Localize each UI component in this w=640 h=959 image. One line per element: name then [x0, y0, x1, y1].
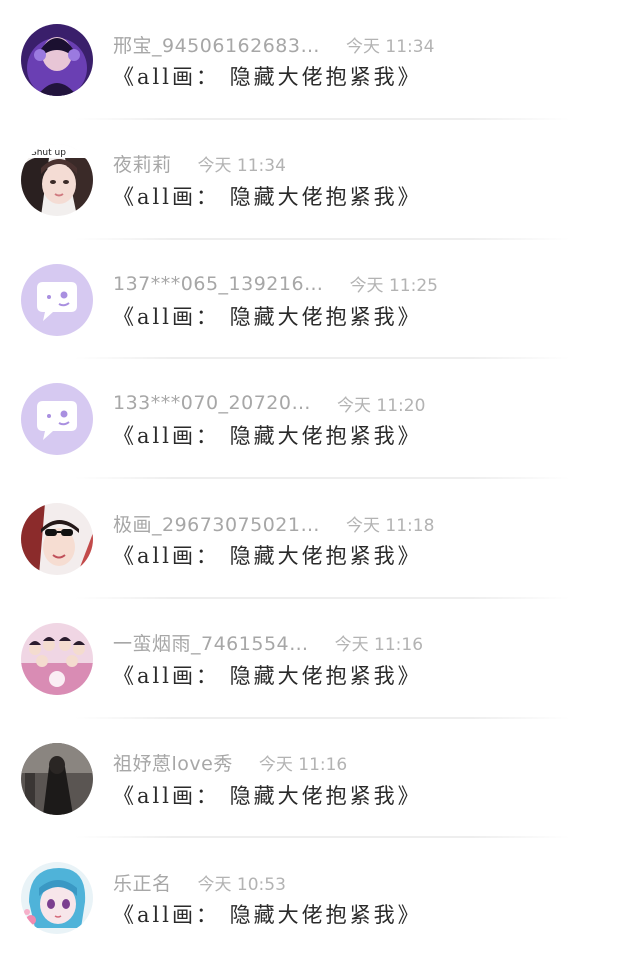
message-list: 邢宝_94506162683… 今天 11:34 《all画： 隐藏大佬抱紧我》…: [0, 0, 640, 959]
list-item[interactable]: 137***065_139216… 今天 11:25 《all画： 隐藏大佬抱紧…: [0, 240, 640, 360]
message-content[interactable]: 《all画： 隐藏大佬抱紧我》: [113, 539, 422, 573]
avatar[interactable]: [21, 24, 93, 96]
avatar[interactable]: [21, 622, 93, 695]
message-meta: 137***065_139216… 今天 11:25: [113, 270, 438, 298]
avatar[interactable]: [21, 503, 93, 575]
timestamp: 今天 10:53: [197, 874, 286, 895]
message-meta: 乐正名 今天 10:53: [113, 868, 286, 896]
message-meta: 极画_29673075021… 今天 11:18: [113, 509, 434, 537]
user-photo-icon: [21, 742, 93, 815]
timestamp: 今天 11:34: [345, 36, 435, 57]
message-meta: 一蛮烟雨_7461554… 今天 11:16: [113, 629, 423, 657]
timestamp: 今天 11:25: [349, 276, 438, 296]
list-item[interactable]: 极画_29673075021… 今天 11:18 《all画： 隐藏大佬抱紧我》: [0, 479, 640, 599]
timestamp: 今天 11:18: [345, 515, 435, 536]
message-meta: 邢宝_94506162683… 今天 11:34: [113, 30, 434, 58]
message-meta: 133***070_20720… 今天 11:20: [113, 389, 425, 417]
sender-name[interactable]: 乐正名: [113, 869, 172, 896]
timestamp: 今天 11:34: [197, 156, 286, 177]
message-content[interactable]: 《all画： 隐藏大佬抱紧我》: [113, 180, 422, 214]
avatar[interactable]: [21, 383, 93, 456]
message-meta: 夜莉莉 今天 11:34: [113, 150, 286, 178]
user-photo-icon: [21, 24, 93, 96]
timestamp: 今天 11:16: [258, 755, 348, 775]
sender-name[interactable]: 极画_29673075021…: [113, 510, 320, 537]
list-item[interactable]: 乐正名 今天 10:53 《all画： 隐藏大佬抱紧我》: [0, 838, 640, 958]
chat-bubble-icon: [21, 263, 93, 336]
avatar[interactable]: [21, 742, 93, 815]
avatar[interactable]: Shut up: [21, 143, 93, 216]
sender-name[interactable]: 133***070_20720…: [113, 392, 311, 414]
sender-name[interactable]: 夜莉莉: [113, 150, 172, 177]
chat-bubble-icon: [21, 383, 93, 456]
user-photo-icon: [21, 622, 93, 695]
list-item[interactable]: 一蛮烟雨_7461554… 今天 11:16 《all画： 隐藏大佬抱紧我》: [0, 599, 640, 719]
message-content[interactable]: 《all画： 隐藏大佬抱紧我》: [113, 779, 422, 813]
list-item[interactable]: 133***070_20720… 今天 11:20 《all画： 隐藏大佬抱紧我…: [0, 359, 640, 479]
sender-name[interactable]: 祖妤蒽love秀: [113, 749, 233, 776]
message-content[interactable]: 《all画： 隐藏大佬抱紧我》: [113, 898, 422, 932]
sender-name[interactable]: 邢宝_94506162683…: [113, 31, 320, 58]
list-item[interactable]: 邢宝_94506162683… 今天 11:34 《all画： 隐藏大佬抱紧我》: [0, 0, 640, 120]
user-photo-icon: Shut up: [21, 143, 93, 216]
message-meta: 祖妤蒽love秀 今天 11:16: [113, 749, 347, 777]
sender-name[interactable]: 一蛮烟雨_7461554…: [113, 629, 309, 656]
list-item[interactable]: 祖妤蒽love秀 今天 11:16 《all画： 隐藏大佬抱紧我》: [0, 719, 640, 839]
list-item[interactable]: Shut up 夜莉莉 今天 11:34 《all画： 隐藏大佬抱紧我》: [0, 120, 640, 240]
avatar[interactable]: [21, 862, 93, 935]
message-content[interactable]: 《all画： 隐藏大佬抱紧我》: [113, 419, 422, 453]
message-content[interactable]: 《all画： 隐藏大佬抱紧我》: [113, 300, 422, 334]
message-content[interactable]: 《all画： 隐藏大佬抱紧我》: [113, 60, 422, 94]
user-photo-icon: [21, 862, 93, 935]
avatar-caption: Shut up: [31, 148, 66, 158]
timestamp: 今天 11:20: [336, 395, 426, 416]
avatar[interactable]: [21, 263, 93, 336]
sender-name[interactable]: 137***065_139216…: [113, 273, 324, 295]
message-content[interactable]: 《all画： 隐藏大佬抱紧我》: [113, 659, 422, 693]
timestamp: 今天 11:16: [334, 635, 424, 656]
user-photo-icon: [21, 503, 93, 575]
